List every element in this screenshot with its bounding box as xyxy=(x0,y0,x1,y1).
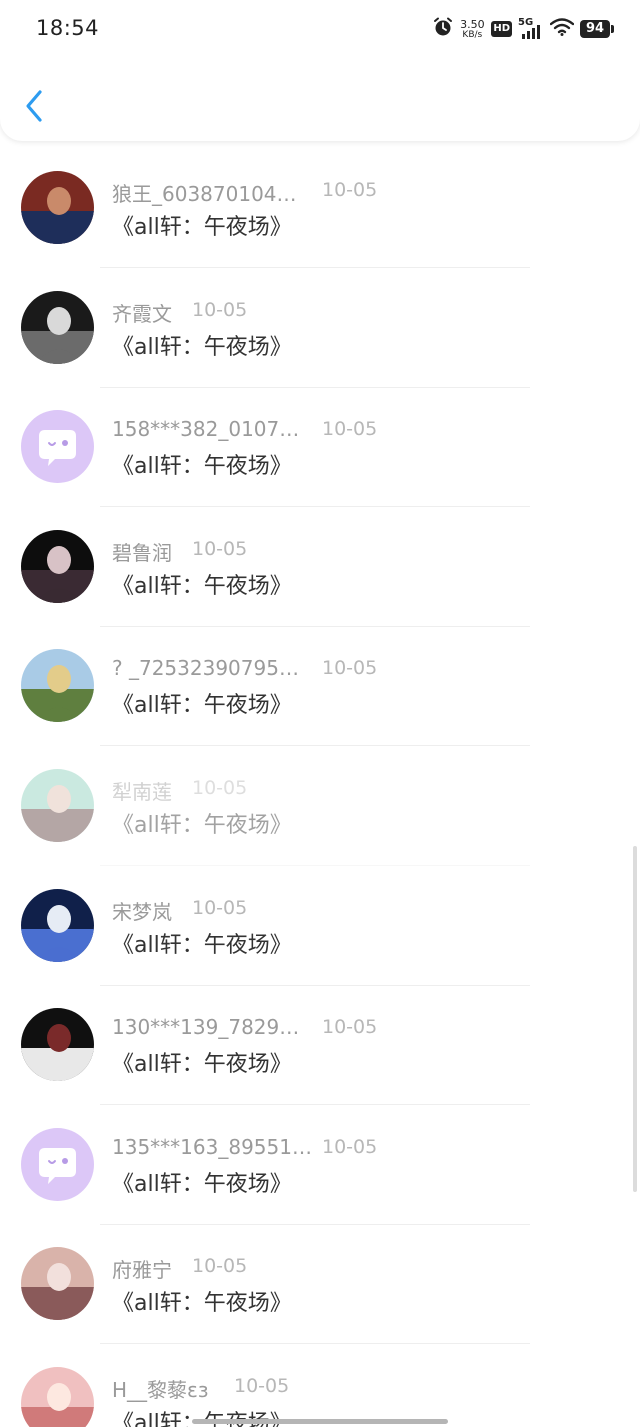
cellular-signal-icon: 5G xyxy=(518,17,544,39)
user-name[interactable]: 狼王_603870104… xyxy=(112,178,297,207)
user-name[interactable]: 齐霞文 xyxy=(112,298,172,327)
item-meta: 府雅宁 10-05 xyxy=(112,1254,552,1283)
item-meta: 130***139_7829… 10-05 xyxy=(112,1015,552,1041)
avatar[interactable] xyxy=(21,1366,94,1427)
item-date: 10-05 xyxy=(192,1255,248,1278)
work-title[interactable]: 《all轩：午夜场》 xyxy=(112,687,292,719)
avatar[interactable] xyxy=(21,171,94,244)
item-date: 10-05 xyxy=(192,537,248,560)
work-title[interactable]: 《all轩：午夜场》 xyxy=(112,329,292,361)
top-bar: 18:54 3.50 KB/s HD 5G 94 xyxy=(0,0,640,141)
avatar[interactable] xyxy=(21,529,94,603)
item-meta: 犁南莲 10-05 xyxy=(112,776,552,805)
work-title[interactable]: 《all轩：午夜场》 xyxy=(112,927,292,959)
work-title[interactable]: 《all轩：午夜场》 xyxy=(112,1285,292,1317)
list-item[interactable]: H__黎藜ɛɜ10-05《all轩：午夜场》 xyxy=(0,1337,640,1427)
item-meta: 狼王_603870104… 10-05 xyxy=(112,178,552,207)
avatar-photo xyxy=(21,888,94,962)
list-item[interactable]: 碧鲁润 10-05 《all轩：午夜场》 xyxy=(0,500,640,627)
home-indicator[interactable] xyxy=(192,1419,448,1424)
list-item[interactable]: 130***139_7829… 10-05 《all轩：午夜场》 xyxy=(0,978,640,1106)
item-meta: ? _72532390795… 10-05 xyxy=(112,656,552,682)
user-name[interactable]: 宋梦岚 xyxy=(112,896,172,925)
list-item[interactable]: 狼王_603870104… 10-05 《all轩：午夜场》 xyxy=(0,141,640,268)
user-name[interactable]: 135***163_89551… xyxy=(112,1135,312,1159)
avatar[interactable] xyxy=(21,290,94,364)
list-item[interactable]: 齐霞文 10-05 《all轩：午夜场》 xyxy=(0,261,640,388)
list-item[interactable]: ? _72532390795… 10-05 《all轩：午夜场》 xyxy=(0,619,640,747)
user-name[interactable]: ? _72532390795… xyxy=(112,656,299,680)
avatar-photo xyxy=(21,1366,94,1427)
work-title[interactable]: 《all轩：午夜场》 xyxy=(112,568,292,600)
work-title[interactable]: 《all轩：午夜场》 xyxy=(112,807,292,839)
item-meta: 宋梦岚 10-05 xyxy=(112,896,552,925)
item-date: 10-05 xyxy=(234,1374,290,1397)
scrollbar[interactable] xyxy=(633,846,637,1192)
avatar-photo xyxy=(21,1008,94,1082)
list-item[interactable]: 158***382_0107… 10-05 《all轩：午夜场》 xyxy=(0,380,640,508)
item-date: 10-05 xyxy=(322,657,378,680)
item-date: 10-05 xyxy=(322,1016,378,1039)
item-date: 10-05 xyxy=(192,776,248,799)
chat-bubble-avatar-icon xyxy=(21,1127,94,1201)
user-name[interactable]: 130***139_7829… xyxy=(112,1015,299,1039)
avatar-photo xyxy=(21,529,94,603)
item-date: 10-05 xyxy=(322,179,378,201)
avatar[interactable] xyxy=(21,888,94,962)
avatar-photo xyxy=(21,290,94,364)
avatar-photo xyxy=(21,649,94,723)
status-time: 18:54 xyxy=(36,16,100,40)
user-name[interactable]: 158***382_0107… xyxy=(112,417,299,441)
back-button[interactable] xyxy=(20,86,50,126)
avatar[interactable] xyxy=(21,768,94,842)
list-item[interactable]: 135***163_89551… 10-05 《all轩：午夜场》 xyxy=(0,1098,640,1225)
user-name[interactable]: 府雅宁 xyxy=(112,1254,172,1283)
avatar[interactable] xyxy=(21,1247,94,1321)
avatar-photo xyxy=(21,768,94,842)
item-meta: 齐霞文 10-05 xyxy=(112,298,552,327)
user-name[interactable]: 犁南莲 xyxy=(112,776,172,805)
list-item[interactable]: 府雅宁 10-05 《all轩：午夜场》 xyxy=(0,1217,640,1345)
work-title[interactable]: 《all轩：午夜场》 xyxy=(112,1046,292,1078)
item-date: 10-05 xyxy=(322,1135,378,1158)
avatar[interactable] xyxy=(21,649,94,723)
work-title[interactable]: 《all轩：午夜场》 xyxy=(112,209,292,241)
item-meta: 135***163_89551… 10-05 xyxy=(112,1135,552,1161)
status-bar: 18:54 3.50 KB/s HD 5G 94 xyxy=(0,0,640,60)
item-date: 10-05 xyxy=(192,298,248,321)
avatar-photo xyxy=(21,171,94,244)
work-title[interactable]: 《all轩：午夜场》 xyxy=(112,1166,292,1198)
work-title[interactable]: 《all轩：午夜场》 xyxy=(112,448,292,480)
wifi-icon xyxy=(549,18,575,40)
default-avatar[interactable] xyxy=(21,1127,94,1201)
alarm-icon xyxy=(433,17,453,41)
item-meta: 158***382_0107… 10-05 xyxy=(112,417,552,443)
item-date: 10-05 xyxy=(322,418,378,441)
avatar-photo xyxy=(21,1247,94,1321)
chat-bubble-avatar-icon xyxy=(21,410,94,484)
net-speed: 3.50 KB/s xyxy=(460,17,485,40)
chevron-left-icon xyxy=(26,90,42,122)
user-name[interactable]: 碧鲁润 xyxy=(112,537,172,566)
list-item[interactable]: 犁南莲 10-05 《all轩：午夜场》 xyxy=(0,739,640,866)
reader-list: 狼王_603870104… 10-05 《all轩：午夜场》 齐霞文 10-05 《all… xyxy=(0,141,640,1427)
item-date: 10-05 xyxy=(192,896,248,919)
hd-badge: HD xyxy=(491,21,512,37)
status-icons: 3.50 KB/s HD 5G 94 xyxy=(433,17,614,41)
list-item[interactable]: 宋梦岚 10-05 《all轩：午夜场》 xyxy=(0,859,640,986)
user-name[interactable]: H__黎藜ɛɜ xyxy=(112,1374,208,1403)
default-avatar[interactable] xyxy=(21,410,94,484)
item-meta: H__黎藜ɛɜ 10-05 xyxy=(112,1374,552,1403)
avatar[interactable] xyxy=(21,1008,94,1082)
battery-indicator: 94 xyxy=(580,20,614,38)
item-meta: 碧鲁润 10-05 xyxy=(112,537,552,566)
